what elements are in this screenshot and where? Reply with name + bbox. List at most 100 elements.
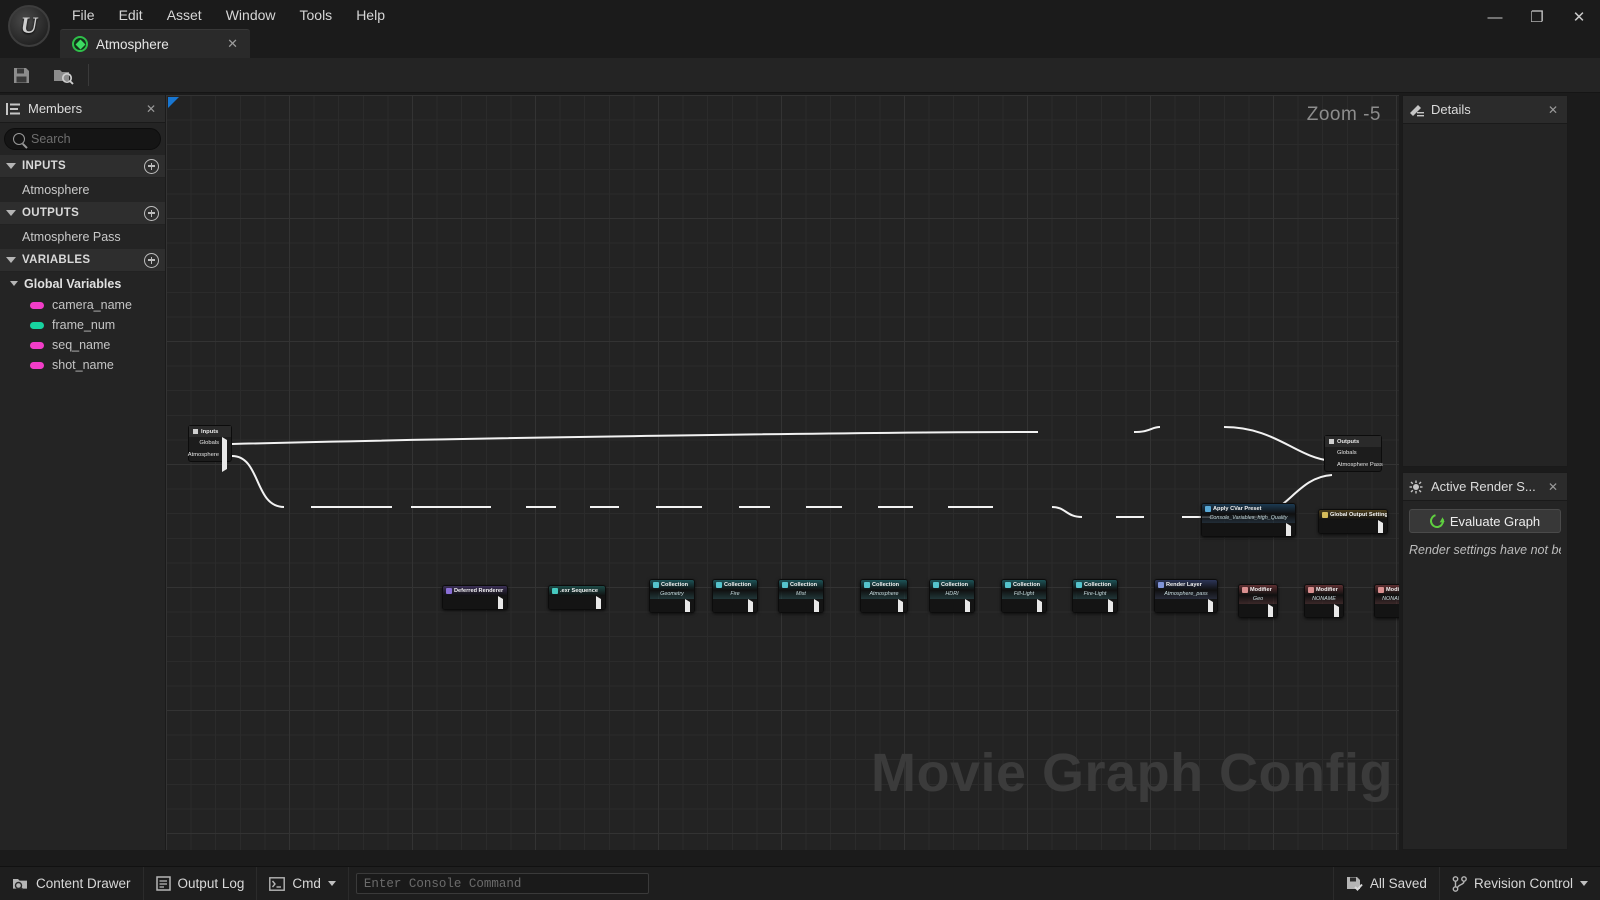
input-pin-globals[interactable]: Globals — [189, 437, 231, 460]
node-input-pin[interactable] — [1378, 607, 1384, 613]
save-icon[interactable] — [0, 59, 42, 92]
close-icon[interactable]: ✕ — [1545, 103, 1561, 117]
node-input-pin[interactable] — [552, 599, 558, 605]
node-input-pin[interactable] — [933, 602, 939, 608]
graph-node-inputs[interactable]: Inputs Globals Atmosphere — [188, 425, 232, 472]
members-search[interactable] — [4, 128, 192, 150]
graph-node-apply-cvar-preset[interactable]: Apply CVar Preset Console_Variables_high_… — [1201, 503, 1296, 537]
section-inputs[interactable]: INPUTS — [0, 155, 165, 178]
revision-control-button[interactable]: Revision Control — [1438, 866, 1600, 900]
menu-asset[interactable]: Asset — [155, 2, 214, 28]
node-input-pin[interactable] — [1205, 526, 1211, 532]
variable-shot-name[interactable]: shot_name — [0, 355, 165, 375]
unreal-engine-logo[interactable]: U — [8, 5, 50, 47]
add-variable-button[interactable] — [144, 252, 159, 268]
chevron-down-icon[interactable] — [6, 210, 16, 216]
chevron-down-icon[interactable] — [1580, 881, 1588, 886]
variable-seq-name[interactable]: seq_name — [0, 335, 165, 355]
pin-arrow-icon[interactable] — [222, 449, 228, 472]
output-item-atmosphere-pass[interactable]: Atmosphere Pass — [0, 225, 165, 249]
pin-dot-icon[interactable] — [1328, 450, 1334, 456]
graph-node-global-output-settings[interactable]: Global Output Settings — [1318, 509, 1388, 534]
graph-node-modifier-noname-1[interactable]: Modifier NONAME — [1304, 584, 1344, 618]
tab-atmosphere[interactable]: Atmosphere ✕ — [60, 29, 250, 58]
graph-node-collection-fill-light[interactable]: Collection Fill-Light — [1001, 579, 1047, 613]
graph-node-collection-geometry[interactable]: Collection Geometry — [649, 579, 695, 613]
variable-frame-num[interactable]: frame_num — [0, 315, 165, 335]
graph-node-modifier-geo[interactable]: Modifier Geo — [1238, 584, 1278, 618]
browse-to-asset-icon[interactable] — [42, 59, 84, 92]
chevron-down-icon[interactable] — [10, 281, 18, 286]
menu-edit[interactable]: Edit — [107, 2, 155, 28]
node-input-pin[interactable] — [653, 602, 659, 608]
add-output-button[interactable] — [144, 205, 159, 221]
output-log-button[interactable]: Output Log — [144, 866, 258, 900]
graph-node-collection-atmosphere[interactable]: Collection Atmosphere — [860, 579, 908, 613]
add-input-button[interactable] — [144, 158, 159, 174]
node-input-pin[interactable] — [1005, 602, 1011, 608]
node-output-pin[interactable] — [685, 599, 691, 612]
minimize-button[interactable]: — — [1474, 0, 1516, 34]
node-output-pin[interactable] — [1334, 604, 1340, 617]
chevron-down-icon[interactable] — [6, 257, 16, 263]
close-icon[interactable]: ✕ — [1545, 480, 1561, 494]
node-output-pin[interactable] — [1286, 523, 1292, 536]
node-output-pin[interactable] — [498, 596, 504, 609]
pin-dot-icon[interactable] — [1328, 462, 1334, 468]
node-output-pin[interactable] — [1037, 599, 1043, 612]
menu-window[interactable]: Window — [214, 2, 288, 28]
node-output-pin[interactable] — [1108, 599, 1114, 612]
close-icon[interactable]: ✕ — [143, 102, 159, 116]
section-outputs[interactable]: OUTPUTS — [0, 202, 165, 225]
node-input-pin[interactable] — [1076, 602, 1082, 608]
node-input-pin[interactable] — [446, 599, 452, 605]
node-input-pin[interactable] — [1242, 607, 1248, 613]
node-output-pin[interactable] — [1208, 599, 1214, 612]
node-input-pin[interactable] — [716, 602, 722, 608]
graph-node-exr-sequence[interactable]: .exr Sequence — [548, 585, 606, 610]
menu-help[interactable]: Help — [344, 2, 397, 28]
graph-node-collection-fire-light[interactable]: Collection Fire-Light — [1072, 579, 1118, 613]
node-output-pin[interactable] — [965, 599, 971, 612]
graph-node-outputs[interactable]: Outputs Globals Atmosphere Pass — [1324, 435, 1383, 472]
node-output-pin[interactable] — [1378, 520, 1384, 533]
node-output-pin[interactable] — [596, 596, 602, 609]
graph-node-collection-mist[interactable]: Collection Mist — [778, 579, 824, 613]
graph-node-collection-fire[interactable]: Collection Fire — [712, 579, 758, 613]
console-input[interactable] — [363, 876, 641, 891]
console-command-field[interactable] — [355, 873, 649, 894]
node-output-pin[interactable] — [748, 599, 754, 612]
close-icon[interactable]: ✕ — [223, 36, 242, 52]
cmd-dropdown-button[interactable]: Cmd — [257, 866, 349, 900]
graph-node-deferred-renderer[interactable]: Deferred Renderer — [442, 585, 508, 610]
menu-file[interactable]: File — [60, 2, 107, 28]
input-pin-atmosphere[interactable]: Atmosphere — [188, 449, 231, 472]
all-saved-button[interactable]: All Saved — [1332, 866, 1439, 900]
menu-tools[interactable]: Tools — [288, 2, 345, 28]
variable-camera-name[interactable]: camera_name — [0, 295, 165, 315]
output-pin-atmosphere-pass[interactable]: Atmosphere Pass — [1325, 459, 1383, 471]
graph-node-modifier-noname-2[interactable]: Modifier NONAME — [1374, 584, 1399, 618]
pin-arrow-icon[interactable] — [222, 437, 228, 460]
evaluate-graph-button[interactable]: Evaluate Graph — [1409, 509, 1561, 533]
graph-node-collection-hdri[interactable]: Collection HDRI — [929, 579, 975, 613]
output-pin-globals[interactable]: Globals — [1325, 447, 1381, 459]
chevron-down-icon[interactable] — [327, 881, 336, 886]
node-input-pin[interactable] — [1158, 602, 1164, 608]
node-input-pin[interactable] — [864, 602, 870, 608]
node-input-pin[interactable] — [1308, 607, 1314, 613]
graph-node-render-layer-atmosphere-pass[interactable]: Render Layer Atmosphere_pass — [1154, 579, 1218, 613]
node-output-pin[interactable] — [814, 599, 820, 612]
input-item-atmosphere[interactable]: Atmosphere — [0, 178, 165, 202]
node-output-pin[interactable] — [1268, 604, 1274, 617]
node-input-pin[interactable] — [782, 602, 788, 608]
chevron-down-icon[interactable] — [6, 163, 16, 169]
maximize-button[interactable]: ❐ — [1516, 0, 1558, 34]
node-input-pin[interactable] — [1322, 523, 1328, 529]
graph-canvas[interactable]: Zoom -5 Movie Graph Config Inputs Global… — [166, 95, 1399, 850]
node-output-pin[interactable] — [898, 599, 904, 612]
section-variables[interactable]: VARIABLES — [0, 249, 165, 272]
close-window-button[interactable]: ✕ — [1558, 0, 1600, 34]
variable-group-global[interactable]: Global Variables — [0, 272, 165, 295]
content-drawer-button[interactable]: Content Drawer — [0, 866, 144, 900]
